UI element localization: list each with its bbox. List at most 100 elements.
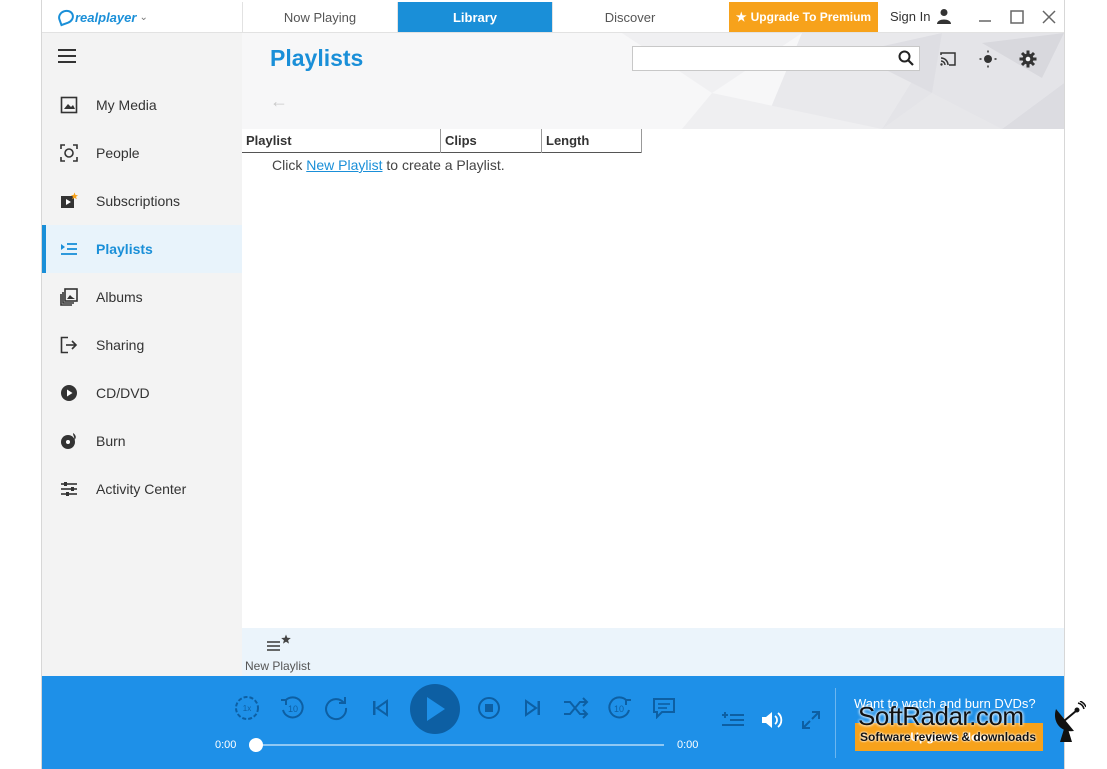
stop-button[interactable]: [476, 695, 502, 721]
new-playlist-button[interactable]: New Playlist: [245, 632, 325, 674]
column-header-clips[interactable]: Clips: [441, 129, 542, 153]
player-divider: [835, 688, 836, 758]
previous-icon: [373, 699, 388, 717]
sidebar-item-activity-center[interactable]: Activity Center: [42, 465, 242, 513]
skip-forward-label: 10: [614, 704, 624, 714]
sidebar-item-label: Playlists: [96, 241, 153, 257]
app-name: realplayer: [75, 9, 137, 25]
sidebar-item-sharing[interactable]: Sharing: [42, 321, 242, 369]
seek-bar[interactable]: [249, 738, 664, 752]
brightness-button[interactable]: [978, 49, 998, 69]
skip-forward-button[interactable]: 10: [607, 695, 633, 721]
add-to-playlist-button[interactable]: [720, 707, 746, 733]
sidebar-item-burn[interactable]: Burn: [42, 417, 242, 465]
repeat-button[interactable]: [323, 695, 349, 721]
sidebar-item-people[interactable]: People: [42, 129, 242, 177]
playback-speed-button[interactable]: 1x: [234, 695, 260, 721]
maximize-icon: [1010, 10, 1024, 24]
tab-now-playing[interactable]: Now Playing: [242, 2, 397, 32]
brightness-icon: [979, 50, 997, 68]
maximize-button[interactable]: [1006, 6, 1028, 28]
new-playlist-link[interactable]: New Playlist: [306, 157, 382, 173]
sidebar-nav: My Media People Subscriptions Playlists: [42, 81, 242, 513]
sidebar-item-label: Activity Center: [96, 481, 187, 497]
promo-button-label: Upgrade Now: [910, 730, 988, 744]
minimize-button[interactable]: [974, 6, 996, 28]
playlist-icon: [60, 240, 78, 258]
promo-text: Want to watch and burn DVDs?: [854, 696, 1036, 711]
realplayer-logo-icon: [56, 7, 76, 27]
upgrade-premium-button[interactable]: ★ Upgrade To Premium: [729, 2, 878, 32]
close-icon: [1042, 10, 1056, 24]
skip-back-label: 10: [288, 704, 298, 714]
title-bar: realplayer ⌄ Now Playing Library Discove…: [42, 0, 1064, 33]
speed-label: 1x: [243, 704, 251, 713]
sidebar-item-cd-dvd[interactable]: CD/DVD: [42, 369, 242, 417]
chevron-down-icon: ⌄: [139, 11, 148, 23]
stop-icon: [478, 697, 500, 719]
new-playlist-label: New Playlist: [245, 659, 311, 673]
main-tabs: Now Playing Library Discover: [242, 2, 707, 32]
sidebar-item-subscriptions[interactable]: Subscriptions: [42, 177, 242, 225]
back-arrow-icon[interactable]: ←: [270, 91, 288, 112]
play-icon: [427, 697, 445, 721]
page-title: Playlists: [270, 45, 364, 71]
shuffle-button[interactable]: [563, 695, 589, 721]
sign-in-button[interactable]: Sign In: [890, 8, 952, 24]
star-icon: ★: [735, 10, 747, 24]
sidebar-item-label: People: [96, 145, 140, 161]
promo-upgrade-button[interactable]: Upgrade Now: [855, 723, 1055, 751]
cast-icon: [940, 52, 956, 66]
menu-icon[interactable]: [58, 49, 76, 63]
time-total: 0:00: [677, 739, 699, 751]
header-banner: Playlists ←: [242, 33, 1064, 129]
disc-play-icon: [60, 384, 78, 402]
speed-icon: 1x: [235, 696, 259, 720]
upgrade-label: Upgrade To Premium: [750, 10, 872, 24]
seek-handle[interactable]: [249, 738, 263, 752]
empty-message-prefix: Click: [272, 157, 307, 173]
playlist-table-header: Playlist Clips Length: [242, 129, 642, 153]
albums-icon: [60, 288, 78, 306]
column-header-length[interactable]: Length: [542, 129, 642, 153]
skip-back-button[interactable]: 10: [279, 695, 305, 721]
rewind-10-icon: 10: [281, 696, 304, 719]
time-current: 0:00: [215, 739, 237, 751]
sign-in-label: Sign In: [890, 8, 931, 24]
fullscreen-icon: [802, 711, 820, 729]
main-content: Playlists ← Playlist Clips Length Click …: [242, 33, 1064, 676]
close-button[interactable]: [1038, 6, 1060, 28]
new-playlist-icon: [267, 634, 291, 651]
playlist-footer-bar: New Playlist: [242, 628, 1064, 676]
play-button[interactable]: [410, 684, 460, 734]
previous-button[interactable]: [367, 695, 393, 721]
search-input[interactable]: [632, 46, 920, 71]
realplayer-logo[interactable]: realplayer ⌄: [56, 7, 148, 27]
sidebar-item-label: Subscriptions: [96, 193, 181, 209]
captions-icon: [653, 698, 675, 719]
sidebar-item-albums[interactable]: Albums: [42, 273, 242, 321]
sidebar-item-label: CD/DVD: [96, 385, 150, 401]
search-button[interactable]: [898, 50, 916, 68]
sidebar-item-playlists[interactable]: Playlists: [42, 225, 242, 273]
sidebar-item-label: My Media: [96, 97, 157, 113]
tab-discover[interactable]: Discover: [552, 2, 707, 32]
tab-library[interactable]: Library: [397, 2, 552, 32]
next-button[interactable]: [520, 695, 546, 721]
face-frame-icon: [60, 144, 78, 162]
empty-playlist-message: Click New Playlist to create a Playlist.: [272, 157, 505, 173]
fullscreen-button[interactable]: [798, 707, 824, 733]
subscriptions-icon: [60, 192, 78, 210]
volume-button[interactable]: [759, 707, 785, 733]
cast-button[interactable]: [938, 49, 958, 69]
add-to-playlist-icon: [722, 712, 744, 726]
gear-icon: [1019, 50, 1037, 68]
settings-button[interactable]: [1018, 49, 1038, 69]
player-bar: 1x 10 10 0:00 0:00 Want to watch and bur…: [42, 676, 1064, 769]
column-header-playlist[interactable]: Playlist: [242, 129, 441, 153]
captions-button[interactable]: [651, 695, 677, 721]
sidebar-item-label: Albums: [96, 289, 143, 305]
minimize-icon: [979, 20, 991, 22]
sidebar-item-my-media[interactable]: My Media: [42, 81, 242, 129]
app-window: realplayer ⌄ Now Playing Library Discove…: [41, 0, 1065, 769]
